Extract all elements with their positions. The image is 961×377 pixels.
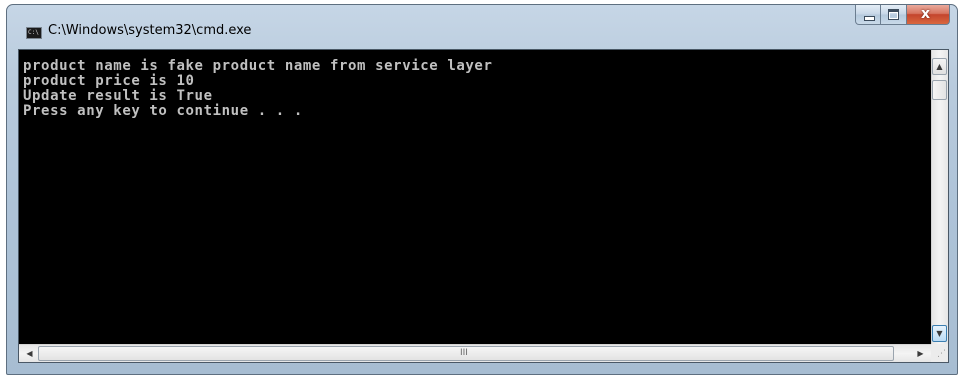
cmd-console-icon[interactable]: C:\ bbox=[26, 27, 42, 39]
scroll-up-button[interactable]: ▲ bbox=[932, 58, 947, 75]
scroll-left-button[interactable]: ◀ bbox=[21, 346, 38, 361]
scroll-left-arrow-icon: ◀ bbox=[26, 349, 33, 358]
console-line: product price is 10 bbox=[23, 73, 195, 89]
scroll-down-arrow-icon: ▼ bbox=[936, 329, 943, 338]
console-line: product name is fake product name from s… bbox=[23, 58, 493, 74]
caption-buttons: x bbox=[855, 5, 950, 25]
close-button[interactable]: x bbox=[907, 5, 950, 25]
minimize-button[interactable] bbox=[855, 5, 881, 25]
horizontal-scrollbar[interactable]: ◀ III ▶ bbox=[19, 344, 931, 362]
scroll-down-button[interactable]: ▼ bbox=[932, 325, 947, 342]
horizontal-scroll-thumb[interactable]: III bbox=[38, 346, 894, 361]
title-bar[interactable]: C:\ C:\Windows\system32\cmd.exe x bbox=[7, 5, 957, 49]
console-client-area: product name is fake product name from s… bbox=[18, 49, 949, 363]
console-line: Press any key to continue . . . bbox=[23, 103, 303, 119]
window-title: C:\Windows\system32\cmd.exe bbox=[48, 23, 252, 38]
scroll-right-button[interactable]: ▶ bbox=[912, 346, 929, 361]
close-icon: x bbox=[921, 6, 931, 22]
resize-grip-icon[interactable]: ⋰ bbox=[931, 344, 948, 362]
scroll-right-arrow-icon: ▶ bbox=[917, 349, 924, 358]
cmd-window: C:\ C:\Windows\system32\cmd.exe x produc… bbox=[6, 4, 958, 375]
vertical-scroll-thumb[interactable] bbox=[932, 80, 947, 100]
console-lines: product name is fake product name from s… bbox=[19, 50, 931, 119]
cmd-icon-text: C:\ bbox=[28, 29, 39, 36]
minimize-icon bbox=[864, 16, 875, 21]
maximize-icon bbox=[888, 9, 899, 20]
console-output[interactable]: product name is fake product name from s… bbox=[19, 50, 931, 344]
vertical-scrollbar[interactable]: ▲ ▼ bbox=[931, 50, 948, 344]
scroll-up-arrow-icon: ▲ bbox=[936, 62, 943, 71]
console-line: Update result is True bbox=[23, 88, 213, 104]
maximize-button[interactable] bbox=[881, 5, 907, 25]
scroll-grip-icon: III bbox=[460, 348, 468, 358]
